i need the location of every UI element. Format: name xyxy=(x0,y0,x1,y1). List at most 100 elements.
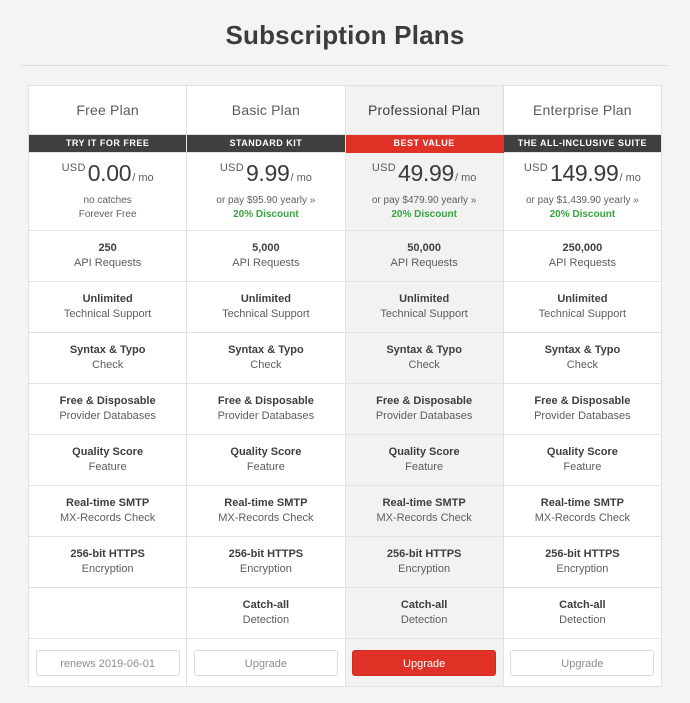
plan-action-cell-3: Upgrade xyxy=(344,638,504,687)
plan-price: USD49.99/ mo xyxy=(346,159,503,186)
price-note-primary[interactable]: or pay $479.90 yearly » xyxy=(346,194,503,208)
feature-title: Quality Score xyxy=(230,446,302,458)
feature-title: 256-bit HTTPS xyxy=(228,548,304,560)
feature-title: Catch-all xyxy=(559,599,606,611)
subscription-plans-table: Free Plan Basic Plan Professional Plan Ente… xyxy=(27,85,663,687)
feature-title: 256-bit HTTPS xyxy=(386,548,462,560)
feature-row: 256-bit HTTPS Encryption 256-bit HTTPS Encr… xyxy=(27,536,663,588)
plan-badge-2: STANDARD KIT xyxy=(186,134,346,153)
feature-subtitle: Encryption xyxy=(81,563,134,575)
feature-title: Catch-all xyxy=(242,599,290,611)
feature-row: Free & Disposable Provider Databases Free … xyxy=(27,383,663,435)
feature-subtitle: Feature xyxy=(88,461,127,473)
feature-title: Quality Score xyxy=(546,446,618,458)
plan-badge-4: THE ALL-INCLUSIVE SUITE xyxy=(502,134,663,153)
feature-title: Unlimited xyxy=(82,293,133,305)
feature-title: Free & Disposable xyxy=(217,395,314,407)
feature-subtitle: Technical Support xyxy=(63,308,152,320)
feature-subtitle: Encryption xyxy=(398,563,451,575)
plan-badge-label: THE ALL-INCLUSIVE SUITE xyxy=(517,138,647,148)
feature-cell: 50,000 API Requests xyxy=(344,230,504,282)
discount-label: 20% Discount xyxy=(549,208,616,220)
feature-cell: Free & Disposable Provider Databases xyxy=(344,383,504,435)
price-period: / mo xyxy=(132,171,154,184)
plan-price-row: USD0.00/ mo no catches Forever Free USD9.99… xyxy=(27,152,663,231)
feature-subtitle: MX-Records Check xyxy=(218,512,314,524)
price-currency: USD xyxy=(61,161,86,174)
feature-cell: Free & Disposable Provider Databases xyxy=(186,383,346,435)
feature-cell: 250 API Requests xyxy=(27,230,188,282)
plan-badge-label: BEST VALUE xyxy=(393,138,455,148)
feature-subtitle: Encryption xyxy=(239,563,292,575)
feature-row: Quality Score Feature Quality Score Feature… xyxy=(27,434,663,486)
plan-price: USD149.99/ mo xyxy=(504,161,661,185)
pricing-page: Subscription Plans Free Plan Basic Plan Pr… xyxy=(0,0,690,703)
plan-badge-row: TRY IT FOR FREE STANDARD KIT BEST VALUE THE… xyxy=(27,134,663,153)
feature-subtitle: MX-Records Check xyxy=(534,512,631,524)
feature-title: Catch-all xyxy=(400,599,448,611)
feature-cell: 256-bit HTTPS Encryption xyxy=(344,536,504,588)
feature-subtitle: Detection xyxy=(242,614,290,626)
feature-cell: 256-bit HTTPS Encryption xyxy=(27,536,188,588)
feature-title: Unlimited xyxy=(557,293,608,305)
feature-cell: 5,000 API Requests xyxy=(186,230,346,282)
feature-cell: Unlimited Technical Support xyxy=(27,281,188,333)
price-period: / mo xyxy=(290,171,312,184)
plan-price: USD9.99/ mo xyxy=(187,161,344,185)
feature-title: Free & Disposable xyxy=(376,395,473,407)
price-period: / mo xyxy=(455,171,477,184)
page-title: Subscription Plans xyxy=(225,20,465,50)
feature-title: Real-time SMTP xyxy=(540,497,624,509)
feature-row: Real-time SMTP MX-Records Check Real-time … xyxy=(27,485,663,537)
plan-action-button[interactable]: Upgrade xyxy=(510,649,655,676)
feature-title: Quality Score xyxy=(388,446,460,458)
plan-action-button[interactable]: renews 2019-06-01 xyxy=(35,649,180,676)
feature-subtitle: Feature xyxy=(563,461,602,473)
feature-title: Syntax & Typo xyxy=(228,344,304,356)
price-currency: USD xyxy=(219,161,244,174)
feature-row: Unlimited Technical Support Unlimited Techn… xyxy=(27,281,663,333)
feature-title: Real-time SMTP xyxy=(382,497,466,509)
feature-subtitle: Detection xyxy=(400,614,448,626)
feature-cell: Syntax & Typo Check xyxy=(502,332,663,384)
price-amount: 49.99 xyxy=(397,159,455,186)
feature-cell: Unlimited Technical Support xyxy=(502,281,663,333)
feature-cell: Quality Score Feature xyxy=(344,434,504,486)
plan-action-cell-2: Upgrade xyxy=(186,638,346,687)
feature-subtitle: API Requests xyxy=(548,257,616,269)
feature-subtitle: MX-Records Check xyxy=(59,512,156,524)
feature-subtitle: Check xyxy=(250,359,282,371)
feature-subtitle: MX-Records Check xyxy=(376,512,472,524)
plan-name-3: Professional Plan xyxy=(344,85,504,135)
feature-cell: Real-time SMTP MX-Records Check xyxy=(344,485,504,537)
feature-cell: 256-bit HTTPS Encryption xyxy=(502,536,663,588)
price-note-primary[interactable]: or pay $95.90 yearly » xyxy=(187,194,344,208)
plan-name-4: Enterprise Plan xyxy=(502,85,663,135)
feature-title: 256-bit HTTPS xyxy=(70,548,145,560)
feature-title: Real-time SMTP xyxy=(224,497,308,509)
feature-subtitle: Detection xyxy=(559,614,606,626)
upgrade-button-primary[interactable]: Upgrade xyxy=(352,649,497,676)
feature-title: 250 xyxy=(98,242,117,254)
feature-subtitle: Provider Databases xyxy=(59,410,156,422)
price-note-primary[interactable]: or pay $1,439.90 yearly » xyxy=(504,194,661,208)
feature-row: 250 API Requests 5,000 API Requests 50,000 AP… xyxy=(27,230,663,282)
plan-name-1: Free Plan xyxy=(27,85,188,135)
feature-subtitle: Provider Databases xyxy=(534,410,631,422)
feature-cell: Catch-all Detection xyxy=(502,587,663,639)
plan-price-cell-1: USD0.00/ mo no catches Forever Free xyxy=(27,152,188,231)
feature-subtitle: Encryption xyxy=(556,563,609,575)
feature-cell: Catch-all Detection xyxy=(344,587,504,639)
discount-label: 20% Discount xyxy=(233,208,299,220)
feature-cell: Unlimited Technical Support xyxy=(344,281,504,333)
plan-action-button[interactable]: Upgrade xyxy=(193,649,338,676)
feature-cell: Real-time SMTP MX-Records Check xyxy=(502,485,663,537)
feature-cell: Free & Disposable Provider Databases xyxy=(502,383,663,435)
feature-subtitle: Technical Support xyxy=(538,308,627,320)
plan-price-cell-3: USD49.99/ mo or pay $479.90 yearly » 20% D… xyxy=(344,152,504,231)
feature-title: 5,000 xyxy=(252,242,280,254)
feature-subtitle: Check xyxy=(566,359,598,371)
feature-title: Free & Disposable xyxy=(59,395,156,407)
feature-subtitle: API Requests xyxy=(232,257,300,269)
price-period: / mo xyxy=(619,171,641,184)
